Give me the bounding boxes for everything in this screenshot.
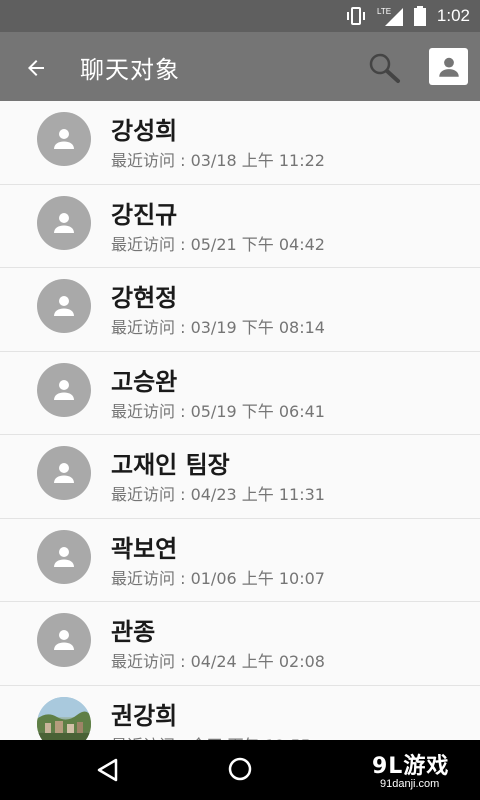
last-visit: 最近访问 : 03/18 上午 11:22 [111, 151, 325, 170]
last-visit: 最近访问 : 01/06 上午 10:07 [111, 568, 325, 588]
last-visit: 最近访问 : 04/24 上午 02:08 [111, 652, 325, 671]
toolbar: 聊天对象 [0, 32, 480, 101]
contact-row[interactable]: 고재인 팀장 最近访问 : 04/23 上午 11:31 [0, 435, 480, 519]
contact-name: 고재인 팀장 [111, 451, 230, 479]
avatar-photo [37, 696, 91, 740]
last-visit: 最近访问 : 03/19 下午 08:14 [111, 318, 325, 337]
person-icon [54, 212, 74, 233]
search-button[interactable] [364, 48, 404, 88]
avatar [37, 279, 91, 333]
contact-row[interactable]: 관종 最近访问 : 04/24 上午 02:08 [0, 602, 480, 686]
person-icon [54, 129, 74, 149]
page-title: 聊天对象 [80, 56, 180, 84]
contact-row[interactable]: 강현정 最近访问 : 03/19 下午 08:14 [0, 268, 480, 352]
status-bar: LTE 1:02 [0, 0, 480, 32]
profile-button[interactable] [429, 48, 468, 85]
avatar [37, 362, 91, 417]
status-time: 1:02 [436, 6, 470, 25]
contact-name: 강진규 [111, 200, 178, 229]
last-visit: 最近访问 : 今天 下午 12:55 [111, 732, 311, 741]
person-icon [438, 57, 459, 77]
watermark-url: 91danji.com [380, 778, 440, 790]
contact-name: 강성희 [111, 117, 178, 145]
contact-row[interactable]: 고승완 最近访问 : 05/19 下午 06:41 [0, 351, 480, 435]
last-visit: 最近访问 : 05/19 下午 06:41 [111, 401, 325, 421]
back-button[interactable] [20, 52, 52, 84]
navigation-bar: 9L游戏 91danji.com [0, 740, 480, 800]
avatar [37, 613, 91, 667]
contact-list[interactable]: 강성희 最近访问 : 03/18 上午 11:22 강진규 最近访问 : 05/… [0, 101, 480, 740]
contact-row[interactable]: 권강희 最近访问 : 今天 下午 12:55 [0, 685, 480, 741]
contact-name: 권강희 [111, 701, 178, 730]
person-icon [54, 546, 74, 567]
avatar [37, 446, 91, 500]
vibrate-icon [346, 7, 365, 25]
last-visit: 最近访问 : 04/23 上午 11:31 [111, 485, 325, 504]
battery-icon [413, 6, 426, 26]
avatar [37, 195, 91, 250]
avatar [37, 112, 91, 166]
last-visit: 最近访问 : 05/21 下午 04:42 [111, 234, 325, 254]
watermark: 9L游戏 91danji.com [372, 748, 476, 794]
person-icon [54, 630, 74, 650]
contact-name: 관종 [111, 618, 156, 646]
contact-name: 고승완 [111, 367, 178, 396]
landscape-photo-icon [37, 696, 91, 740]
circle-home-icon[interactable] [227, 756, 253, 782]
network-label: LTE [377, 7, 391, 16]
person-icon [54, 296, 74, 316]
contact-row[interactable]: 강성희 最近访问 : 03/18 上午 11:22 [0, 101, 480, 185]
contact-row[interactable]: 강진규 最近访问 : 05/21 下午 04:42 [0, 184, 480, 268]
watermark-logo: 9L游戏 [372, 754, 450, 779]
person-icon [54, 379, 74, 400]
status-icons: LTE 1:02 [345, 4, 470, 28]
contact-row[interactable]: 곽보연 最近访问 : 01/06 上午 10:07 [0, 518, 480, 602]
arrow-left-icon [28, 60, 44, 76]
search-icon [369, 53, 400, 83]
contact-name: 곽보연 [111, 534, 178, 563]
person-icon [54, 463, 74, 483]
avatar [37, 529, 91, 584]
lte-signal-icon: LTE [377, 7, 403, 26]
triangle-back-icon[interactable] [94, 756, 122, 784]
contact-name: 강현정 [111, 284, 178, 312]
